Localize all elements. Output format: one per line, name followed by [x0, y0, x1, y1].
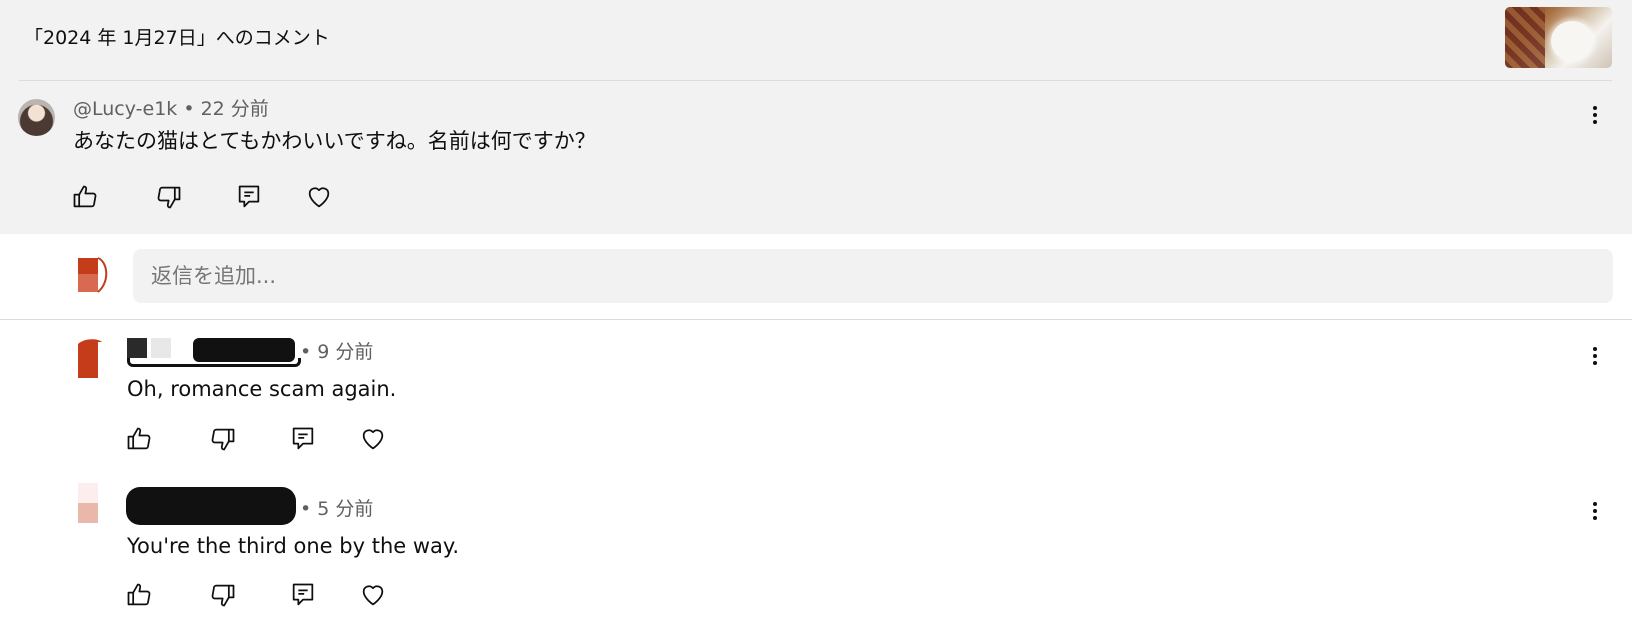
- redacted-author: [120, 485, 300, 525]
- avatar: [78, 339, 102, 378]
- comments-header: 「2024 年 1月27日」へのコメント: [0, 0, 1632, 81]
- comment-meta: @Lucy-e1k • 22 分前: [73, 97, 269, 121]
- like-icon[interactable]: [125, 581, 153, 609]
- avatar: [78, 257, 108, 293]
- original-comment: @Lucy-e1k • 22 分前 あなたの猫はとてもかわいいですね。名前は何で…: [0, 81, 1632, 234]
- reply-input[interactable]: [133, 249, 1613, 303]
- dislike-icon[interactable]: [155, 183, 183, 211]
- more-options-icon[interactable]: [1583, 103, 1607, 127]
- thumbnail-cat: [1551, 21, 1593, 61]
- reply-icon[interactable]: [235, 183, 263, 211]
- comment-time: • 22 分前: [183, 98, 269, 120]
- thumbnail-rug: [1505, 7, 1545, 68]
- comment-meta: • 5 分前: [300, 497, 373, 521]
- comment-text: あなたの猫はとてもかわいいですね。名前は何ですか？: [73, 129, 596, 153]
- page-title: 「2024 年 1月27日」へのコメント: [24, 27, 330, 49]
- reply-icon[interactable]: [289, 581, 317, 609]
- dislike-icon[interactable]: [209, 581, 237, 609]
- comment-author[interactable]: @Lucy-e1k: [73, 98, 177, 120]
- redacted-author: [127, 338, 301, 367]
- dislike-icon[interactable]: [209, 425, 237, 453]
- video-thumbnail[interactable]: [1505, 7, 1612, 68]
- like-icon[interactable]: [125, 425, 153, 453]
- like-icon[interactable]: [71, 183, 99, 211]
- comment-text: Oh, romance scam again.: [127, 377, 397, 401]
- more-options-icon[interactable]: [1583, 344, 1607, 368]
- reply-icon[interactable]: [289, 425, 317, 453]
- comment-time: • 5 分前: [300, 498, 374, 520]
- reply-item: • 5 分前 You're the third one by the way.: [0, 475, 1632, 625]
- reply-item: • 9 分前 Oh, romance scam again.: [0, 320, 1632, 470]
- comment-text: You're the third one by the way.: [127, 534, 460, 558]
- heart-icon[interactable]: [305, 183, 333, 211]
- avatar: [78, 483, 98, 523]
- more-options-icon[interactable]: [1583, 499, 1607, 523]
- heart-icon[interactable]: [359, 425, 387, 453]
- comments-panel: 「2024 年 1月27日」へのコメント @Lucy-e1k • 22 分前 あ…: [0, 0, 1632, 639]
- reply-input-row: [0, 234, 1632, 319]
- comment-meta: • 9 分前: [300, 340, 373, 364]
- comment-time: • 9 分前: [300, 341, 374, 363]
- heart-icon[interactable]: [359, 581, 387, 609]
- avatar[interactable]: [18, 99, 55, 136]
